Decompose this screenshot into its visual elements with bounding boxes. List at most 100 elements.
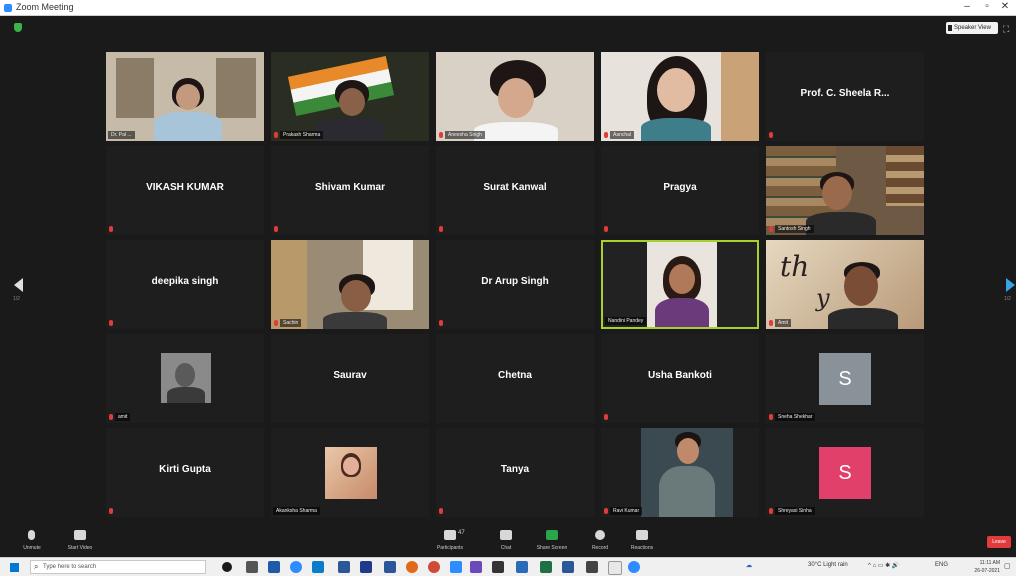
- teams-icon[interactable]: [470, 561, 482, 573]
- windows-start-icon[interactable]: [10, 563, 19, 572]
- participant-tile[interactable]: th y Amit: [766, 240, 924, 329]
- chat-button[interactable]: Chat: [484, 528, 528, 554]
- start-video-button[interactable]: Start Video: [58, 528, 102, 554]
- app-icon[interactable]: [450, 561, 462, 573]
- zoom-app-icon: [4, 4, 12, 12]
- weather-text[interactable]: 30°C Light rain: [808, 562, 848, 568]
- participant-tile[interactable]: Dr. Pal ...: [106, 52, 264, 141]
- participant-tile[interactable]: Pragya: [601, 146, 759, 235]
- profile-picture: [641, 428, 733, 517]
- edge-icon[interactable]: [312, 561, 324, 573]
- participant-tile[interactable]: amit: [106, 334, 264, 423]
- profile-picture: [161, 353, 211, 403]
- muted-mic-icon: [769, 132, 773, 138]
- participant-tile[interactable]: Dr Arup Singh: [436, 240, 594, 329]
- muted-mic-icon: [604, 414, 608, 420]
- zoom-taskbar-icon[interactable]: [290, 561, 302, 573]
- participant-tile[interactable]: Tanya: [436, 428, 594, 517]
- participant-name: Tanya: [500, 464, 530, 475]
- participant-name-label: Amit: [775, 319, 791, 327]
- share-screen-button[interactable]: Share Screen: [530, 528, 574, 554]
- participant-tile[interactable]: Saurav: [271, 334, 429, 423]
- app-icon[interactable]: [628, 561, 640, 573]
- leave-button[interactable]: Leave: [987, 536, 1011, 548]
- reactions-icon: [636, 530, 648, 540]
- participant-tile[interactable]: Prof. C. Sheela R...: [766, 52, 924, 141]
- taskbar-search-input[interactable]: Type here to search: [30, 560, 206, 574]
- participant-tile[interactable]: deepika singh: [106, 240, 264, 329]
- profile-picture: [325, 447, 377, 499]
- next-page-button[interactable]: [1006, 278, 1015, 292]
- reactions-button[interactable]: Reactions: [620, 528, 664, 554]
- record-icon: [595, 530, 605, 540]
- app-icon[interactable]: [562, 561, 574, 573]
- participant-name: Usha Bankoti: [648, 370, 712, 381]
- chat-icon: [500, 530, 512, 540]
- participant-name-label: amit: [115, 413, 131, 421]
- participant-name: Surat Kanwal: [483, 182, 547, 193]
- cortana-icon[interactable]: [222, 562, 232, 572]
- shield-icon[interactable]: [14, 23, 22, 32]
- muted-mic-icon: [274, 132, 278, 138]
- app-icon[interactable]: [586, 561, 598, 573]
- muted-mic-icon: [604, 132, 608, 138]
- muted-mic-icon: [274, 226, 278, 232]
- participant-tile[interactable]: Kirti Gupta: [106, 428, 264, 517]
- task-view-icon[interactable]: [246, 561, 258, 573]
- participant-tile[interactable]: S Shreyasi Sinha: [766, 428, 924, 517]
- app-icon[interactable]: [608, 561, 622, 575]
- participant-tile[interactable]: S Sneha Shekhar: [766, 334, 924, 423]
- participant-name: Chetna: [498, 370, 532, 381]
- participant-name-label: Sneha Shekhar: [775, 413, 816, 421]
- participant-tile[interactable]: Surat Kanwal: [436, 146, 594, 235]
- app-icon[interactable]: [360, 561, 372, 573]
- participant-tile[interactable]: VIKASH KUMAR: [106, 146, 264, 235]
- speaker-view-button[interactable]: Speaker View: [946, 22, 998, 34]
- participant-tile[interactable]: Chetna: [436, 334, 594, 423]
- word-icon[interactable]: [384, 561, 396, 573]
- participant-tile[interactable]: Sachin: [271, 240, 429, 329]
- previous-page-button[interactable]: [14, 278, 23, 292]
- participant-name: Saurav: [333, 370, 367, 381]
- muted-mic-icon: [109, 508, 113, 514]
- excel-icon[interactable]: [540, 561, 552, 573]
- participant-name-label: Sachin: [280, 319, 302, 327]
- app-icon[interactable]: [492, 561, 504, 573]
- language-indicator[interactable]: ENG: [935, 562, 948, 568]
- file-explorer-icon[interactable]: [516, 561, 528, 573]
- taskbar-clock[interactable]: 11:11 AM 26-07-2021: [962, 559, 1000, 575]
- weather-icon[interactable]: ☁: [746, 562, 752, 569]
- tray-icons[interactable]: ^ ⌂ ▭ ✱ 🔊: [868, 562, 899, 569]
- unmute-button[interactable]: Unmute: [10, 528, 54, 554]
- window-titlebar: Zoom Meeting – ▫ ✕: [0, 0, 1016, 16]
- close-button[interactable]: ✕: [996, 1, 1014, 12]
- participant-tile[interactable]: Ravi Kumar: [601, 428, 759, 517]
- record-button[interactable]: Record: [578, 528, 622, 554]
- chrome-icon[interactable]: [428, 561, 440, 573]
- participant-tile[interactable]: Prakash Sharma: [271, 52, 429, 141]
- video-camera-icon: [74, 530, 86, 540]
- fullscreen-icon[interactable]: ⛶: [1003, 24, 1009, 35]
- participant-name-label: Santosh Singh: [775, 225, 814, 233]
- participant-tile[interactable]: Aanchal: [601, 52, 759, 141]
- firefox-icon[interactable]: [406, 561, 418, 573]
- app-icon[interactable]: [268, 561, 280, 573]
- gallery-grid: Dr. Pal ... Prakash Sharma Aneesha Singh…: [106, 52, 926, 518]
- notification-icon[interactable]: ▢: [1004, 562, 1011, 570]
- participant-tile-active-speaker[interactable]: Nandini Pandey: [601, 240, 759, 329]
- participant-tile[interactable]: Santosh Singh: [766, 146, 924, 235]
- meeting-toolbar: Unmute Start Video 47 Participants Chat …: [0, 524, 1016, 557]
- participant-tile[interactable]: Shivam Kumar: [271, 146, 429, 235]
- participant-tile[interactable]: Aneesha Singh: [436, 52, 594, 141]
- minimize-button[interactable]: –: [958, 1, 976, 12]
- participant-tile[interactable]: Usha Bankoti: [601, 334, 759, 423]
- participant-name-label: Nandini Pandey: [605, 317, 647, 325]
- muted-mic-icon: [769, 508, 773, 514]
- maximize-button[interactable]: ▫: [978, 1, 996, 12]
- store-icon[interactable]: [338, 561, 350, 573]
- muted-mic-icon: [769, 320, 773, 326]
- muted-mic-icon: [439, 132, 443, 138]
- page-indicator-right: 1/2: [1004, 296, 1011, 302]
- participants-button[interactable]: 47 Participants: [428, 528, 472, 554]
- participant-tile[interactable]: Akanksha Sharma: [271, 428, 429, 517]
